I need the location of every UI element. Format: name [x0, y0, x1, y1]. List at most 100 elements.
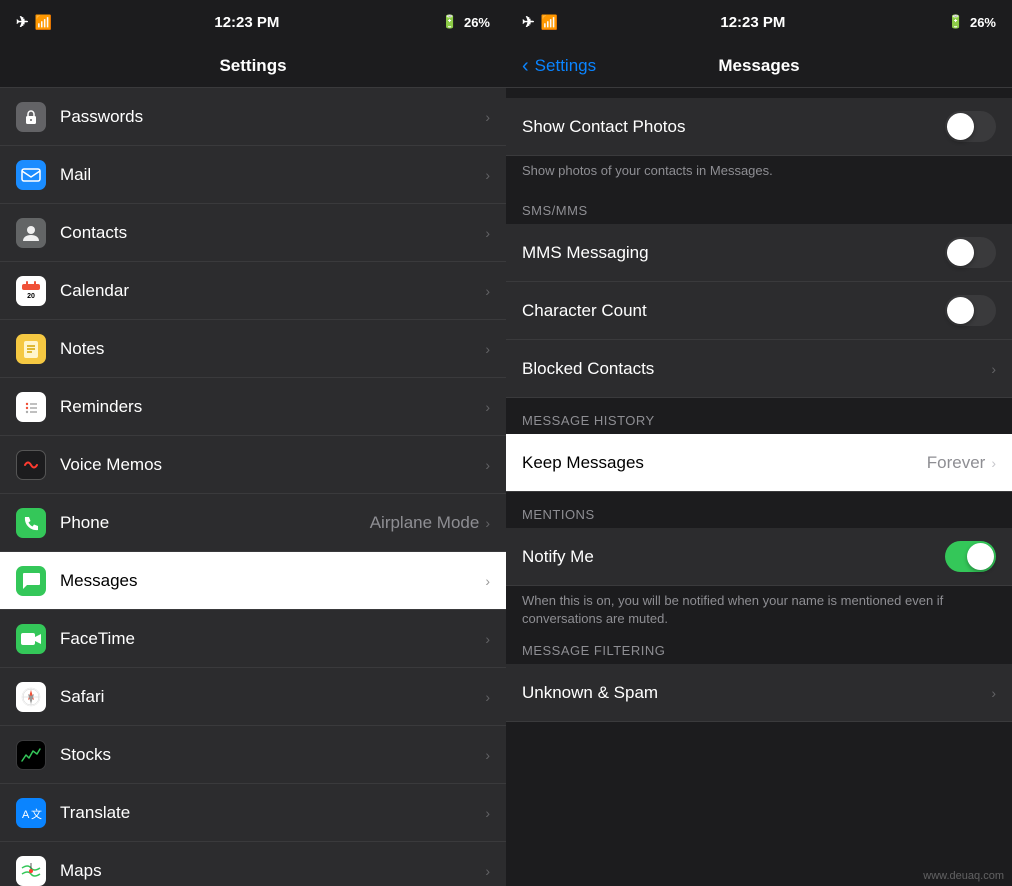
passwords-icon — [16, 102, 46, 132]
character-count-toggle[interactable] — [945, 295, 996, 326]
keep-messages-value: Forever — [927, 453, 986, 473]
message-filtering-header: MESSAGE FILTERING — [506, 628, 1012, 664]
mms-messaging-item: MMS Messaging — [506, 224, 1012, 282]
passwords-label: Passwords — [60, 107, 485, 127]
left-status-bar: ✈ 📶 12:23 PM 🔋 26% — [0, 0, 506, 44]
translate-icon: A文 — [16, 798, 46, 828]
right-panel: ✈ 📶 12:23 PM 🔋 26% ‹ Settings Messages S… — [506, 0, 1012, 886]
phone-icon — [16, 508, 46, 538]
facetime-icon — [16, 624, 46, 654]
contacts-icon — [16, 218, 46, 248]
safari-chevron: › — [485, 689, 490, 705]
char-toggle-knob — [947, 297, 974, 324]
settings-item-mail[interactable]: Mail › — [0, 146, 506, 204]
left-status-time: 12:23 PM — [214, 14, 279, 31]
mail-icon — [16, 160, 46, 190]
settings-item-stocks[interactable]: Stocks › — [0, 726, 506, 784]
back-button[interactable]: ‹ Settings — [522, 56, 596, 76]
message-history-header: MESSAGE HISTORY — [506, 398, 1012, 434]
settings-item-calendar[interactable]: 20 Calendar › — [0, 262, 506, 320]
stocks-label: Stocks — [60, 745, 485, 765]
phone-chevron: › — [485, 515, 490, 531]
show-contact-photos-label: Show Contact Photos — [522, 117, 945, 137]
mms-toggle-knob — [947, 239, 974, 266]
keep-messages-item[interactable]: Keep Messages Forever › — [506, 434, 1012, 492]
settings-item-reminders[interactable]: Reminders › — [0, 378, 506, 436]
settings-item-voice-memos[interactable]: Voice Memos › — [0, 436, 506, 494]
battery-icon: 🔋 — [442, 14, 458, 30]
blocked-contacts-label: Blocked Contacts — [522, 359, 991, 379]
keep-messages-label: Keep Messages — [522, 453, 927, 473]
unknown-spam-chevron: › — [991, 685, 996, 701]
messages-chevron: › — [485, 573, 490, 589]
settings-item-translate[interactable]: A文 Translate › — [0, 784, 506, 842]
calendar-chevron: › — [485, 283, 490, 299]
facetime-label: FaceTime — [60, 629, 485, 649]
watermark: www.deuaq.com — [923, 870, 1004, 882]
show-contact-photos-toggle[interactable] — [945, 111, 996, 142]
mentions-footer: When this is on, you will be notified wh… — [506, 586, 1012, 628]
calendar-icon: 20 — [16, 276, 46, 306]
phone-label: Phone — [60, 513, 370, 533]
settings-item-maps[interactable]: Maps › — [0, 842, 506, 886]
unknown-spam-label: Unknown & Spam — [522, 683, 991, 703]
svg-text:20: 20 — [27, 293, 35, 300]
settings-item-safari[interactable]: Safari › — [0, 668, 506, 726]
right-nav-bar: ‹ Settings Messages — [506, 44, 1012, 88]
show-contact-photos-item: Show Contact Photos — [506, 98, 1012, 156]
right-title: Messages — [718, 56, 799, 76]
blocked-contacts-item[interactable]: Blocked Contacts › — [506, 340, 1012, 398]
left-status-icons: ✈ 📶 — [16, 13, 52, 31]
settings-item-messages[interactable]: Messages › — [0, 552, 506, 610]
notify-me-item: Notify Me — [506, 528, 1012, 586]
svg-text:A: A — [22, 809, 30, 821]
notify-me-toggle[interactable] — [945, 541, 996, 572]
settings-item-phone[interactable]: Phone Airplane Mode › — [0, 494, 506, 552]
message-filtering-header-text: MESSAGE FILTERING — [522, 643, 665, 658]
unknown-spam-item[interactable]: Unknown & Spam › — [506, 664, 1012, 722]
settings-item-facetime[interactable]: FaceTime › — [0, 610, 506, 668]
reminders-icon — [16, 392, 46, 422]
right-battery-percent: 26% — [970, 15, 996, 30]
svg-text:文: 文 — [31, 807, 42, 821]
notes-chevron: › — [485, 341, 490, 357]
contacts-chevron: › — [485, 225, 490, 241]
maps-chevron: › — [485, 863, 490, 879]
right-content: Show Contact Photos Show photos of your … — [506, 88, 1012, 886]
facetime-chevron: › — [485, 631, 490, 647]
keep-messages-chevron: › — [991, 455, 996, 471]
airplane-icon: ✈ — [16, 13, 29, 31]
sms-mms-header-text: SMS/MMS — [522, 203, 588, 218]
contacts-label: Contacts — [60, 223, 485, 243]
mms-messaging-toggle[interactable] — [945, 237, 996, 268]
right-status-bar: ✈ 📶 12:23 PM 🔋 26% — [506, 0, 1012, 44]
maps-icon — [16, 856, 46, 886]
sms-mms-header: SMS/MMS — [506, 188, 1012, 224]
notes-label: Notes — [60, 339, 485, 359]
mentions-header-text: MENTIONS — [522, 507, 595, 522]
back-chevron-icon: ‹ — [522, 56, 529, 76]
contact-photos-section-header — [506, 88, 1012, 98]
maps-label: Maps — [60, 861, 485, 881]
safari-icon — [16, 682, 46, 712]
settings-item-notes[interactable]: Notes › — [0, 320, 506, 378]
mail-label: Mail — [60, 165, 485, 185]
passwords-chevron: › — [485, 109, 490, 125]
voicememos-chevron: › — [485, 457, 490, 473]
right-airplane-icon: ✈ — [522, 13, 535, 31]
messages-label: Messages — [60, 571, 485, 591]
safari-label: Safari — [60, 687, 485, 707]
settings-item-passwords[interactable]: Passwords › — [0, 88, 506, 146]
left-status-battery: 🔋 26% — [442, 14, 490, 30]
left-settings-list: Passwords › Mail › Contacts › 20 Calenda… — [0, 88, 506, 886]
translate-label: Translate — [60, 803, 485, 823]
notify-me-label: Notify Me — [522, 547, 945, 567]
messages-icon — [16, 566, 46, 596]
right-status-battery: 🔋 26% — [948, 14, 996, 30]
contact-photos-footer-text: Show photos of your contacts in Messages… — [522, 163, 773, 178]
voicememos-icon — [16, 450, 46, 480]
battery-percent: 26% — [464, 15, 490, 30]
settings-item-contacts[interactable]: Contacts › — [0, 204, 506, 262]
left-title-bar: Settings — [0, 44, 506, 88]
left-panel: ✈ 📶 12:23 PM 🔋 26% Settings Passwords › — [0, 0, 506, 886]
